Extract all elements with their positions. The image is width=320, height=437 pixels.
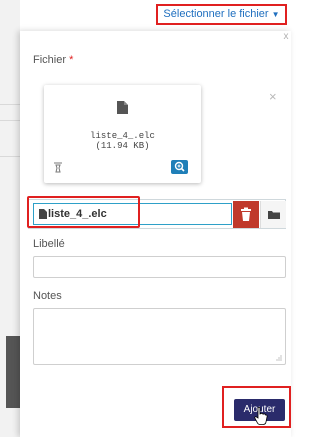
notes-textarea[interactable] [33,308,286,365]
tag-icon[interactable] [52,161,64,173]
required-marker: * [69,54,74,66]
zoom-in-icon [174,161,185,172]
zoom-button[interactable] [171,160,188,174]
file-preview-card: liste_4_.elc (11.94 KB) [44,85,201,183]
background-page [0,0,20,437]
remove-file-icon[interactable]: × [269,89,277,104]
background-dark-block [6,336,20,408]
libelle-label: Libellé [33,238,65,250]
select-file-button[interactable]: Sélectionner le fichier ▼ [156,4,287,25]
highlight-file-input [27,196,140,228]
file-card-size: (11.94 KB) [95,141,150,151]
chevron-down-icon: ▼ [271,10,280,19]
file-icon [117,101,128,114]
panel-close-icon[interactable]: x [281,31,291,42]
libelle-input[interactable] [33,256,286,278]
resize-grip-icon[interactable] [276,355,282,361]
delete-file-button[interactable] [233,201,259,228]
notes-label: Notes [33,290,62,302]
file-label-text: Fichier [33,54,67,66]
folder-icon [268,211,280,219]
trash-icon [241,207,251,221]
file-card-name: liste_4_.elc [90,131,155,141]
browse-folder-button[interactable] [260,201,286,228]
file-field-label: Fichier * [33,54,73,66]
hand-cursor-icon [254,407,268,425]
select-file-label: Sélectionner le fichier [163,8,269,20]
